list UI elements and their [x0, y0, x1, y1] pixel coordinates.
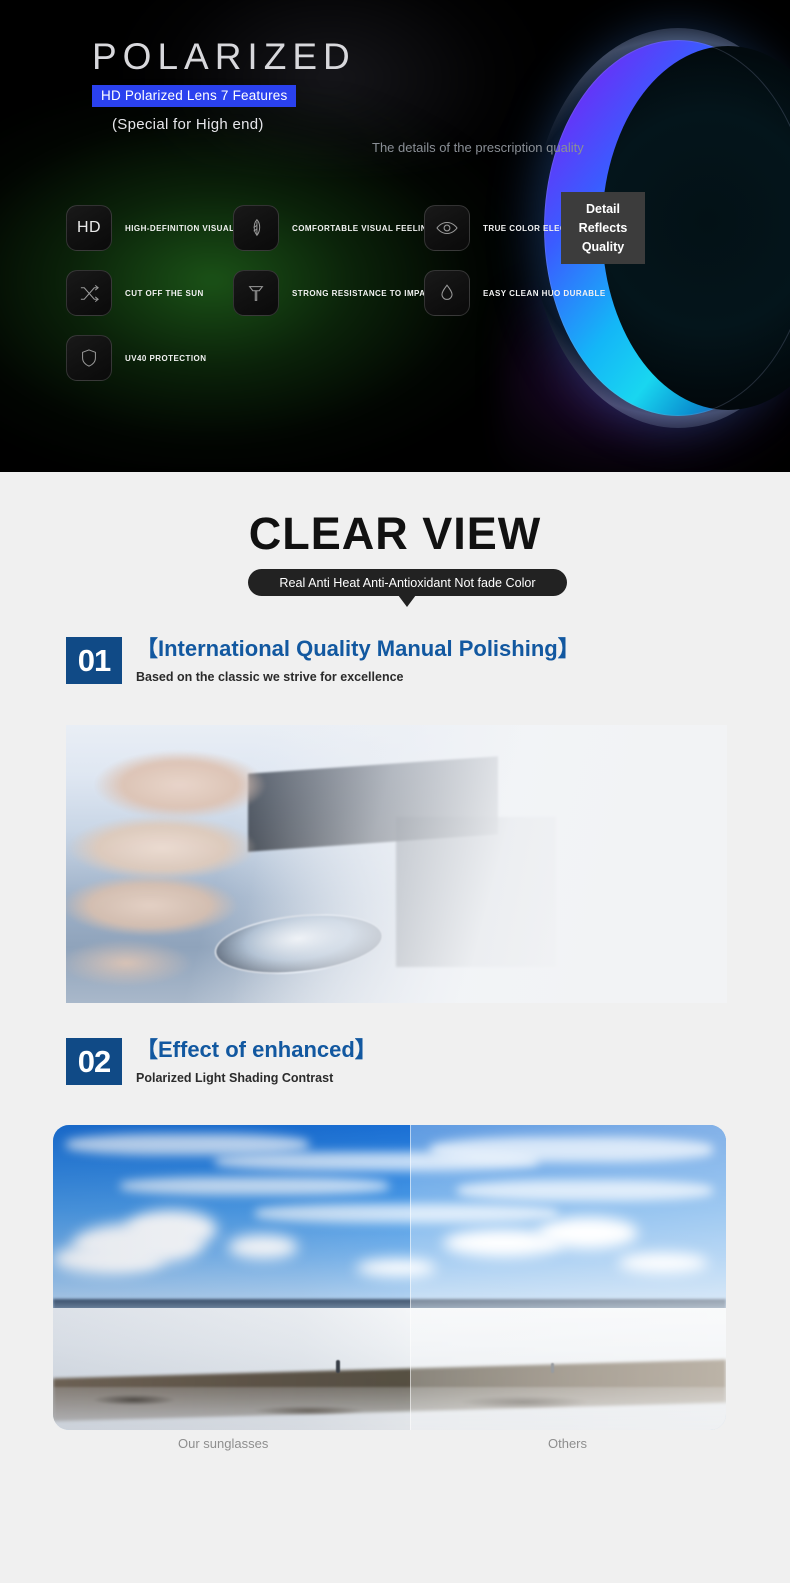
feature-label: CUT OFF THE SUN — [125, 288, 204, 298]
clear-view-banner-pointer — [398, 595, 416, 607]
section-number-badge: 02 — [66, 1038, 122, 1085]
hero-badge: HD Polarized Lens 7 Features — [92, 85, 297, 107]
shuffle-icon — [66, 270, 112, 316]
shield-icon — [66, 335, 112, 381]
feature-item-uv40-protection: UV40 PROTECTION — [66, 335, 206, 381]
section-subtitle: Polarized Light Shading Contrast — [136, 1071, 334, 1086]
section-title: 【Effect of enhanced】 — [136, 1037, 377, 1062]
clear-view-banner: Real Anti Heat Anti-Antioxidant Not fade… — [248, 569, 567, 596]
hero-subtitle: (Special for High end) — [112, 116, 264, 133]
photo-caption: The details of the prescription quality — [372, 140, 584, 155]
feature-item-easy-clean-huo-durable: EASY CLEAN HUO DURABLE — [424, 270, 606, 316]
detail-reflects-quality-tag: Detail Reflects Quality — [561, 192, 645, 264]
non-polarized-side-overlay — [409, 1125, 726, 1430]
feature-item-high-definition-visual: HD HIGH-DEFINITION VISUAL — [66, 205, 234, 251]
hero-title: POLARIZED — [92, 36, 356, 77]
hd-icon-text: HD — [76, 219, 102, 236]
product-detail-page: POLARIZED HD Polarized Lens 7 Features (… — [0, 0, 790, 1583]
feature-item-comfortable-visual-feeling: COMFORTABLE VISUAL FEELING — [233, 205, 434, 251]
hammer-icon — [233, 270, 279, 316]
section-title: 【International Quality Manual Polishing】 — [136, 636, 580, 661]
leaf-icon — [233, 205, 279, 251]
feature-label: COMFORTABLE VISUAL FEELING — [292, 223, 434, 233]
droplet-icon — [424, 270, 470, 316]
polishing-photo — [66, 725, 727, 1003]
hd-icon: HD — [66, 205, 112, 251]
comparison-split-line — [409, 1125, 411, 1430]
feature-item-cut-off-the-sun: CUT OFF THE SUN — [66, 270, 204, 316]
section-header-02: 02 【Effect of enhanced】 Polarized Light … — [66, 1038, 377, 1085]
clear-view-banner-text: Real Anti Heat Anti-Antioxidant Not fade… — [279, 575, 536, 590]
caption-others: Others — [548, 1436, 588, 1451]
feature-label: EASY CLEAN HUO DURABLE — [483, 288, 606, 298]
feature-label: HIGH-DEFINITION VISUAL — [125, 223, 235, 233]
tag-line-1: Detail — [585, 202, 621, 216]
tag-line-3: Quality — [581, 240, 625, 254]
section-number-badge: 01 — [66, 637, 122, 684]
feature-item-strong-resistance-to-impact: STRONG RESISTANCE TO IMPACT — [233, 270, 437, 316]
section-header-01: 01 【International Quality Manual Polishi… — [66, 637, 580, 684]
tag-line-2: Reflects — [578, 221, 628, 235]
clear-view-title: CLEAR VIEW — [248, 508, 542, 559]
feature-label: UV40 PROTECTION — [125, 353, 207, 363]
landscape-comparison-photo — [53, 1125, 726, 1430]
polarized-side-overlay — [53, 1125, 410, 1430]
section-subtitle: Based on the classic we strive for excel… — [136, 670, 404, 685]
hero-banner: POLARIZED HD Polarized Lens 7 Features (… — [0, 0, 790, 472]
comparison-captions: Our sunglasses Others — [53, 1436, 726, 1460]
caption-our-sunglasses: Our sunglasses — [178, 1436, 269, 1451]
photo-white-wash-overlay — [66, 725, 727, 1003]
feature-label: STRONG RESISTANCE TO IMPACT — [292, 288, 438, 298]
eye-icon — [424, 205, 470, 251]
